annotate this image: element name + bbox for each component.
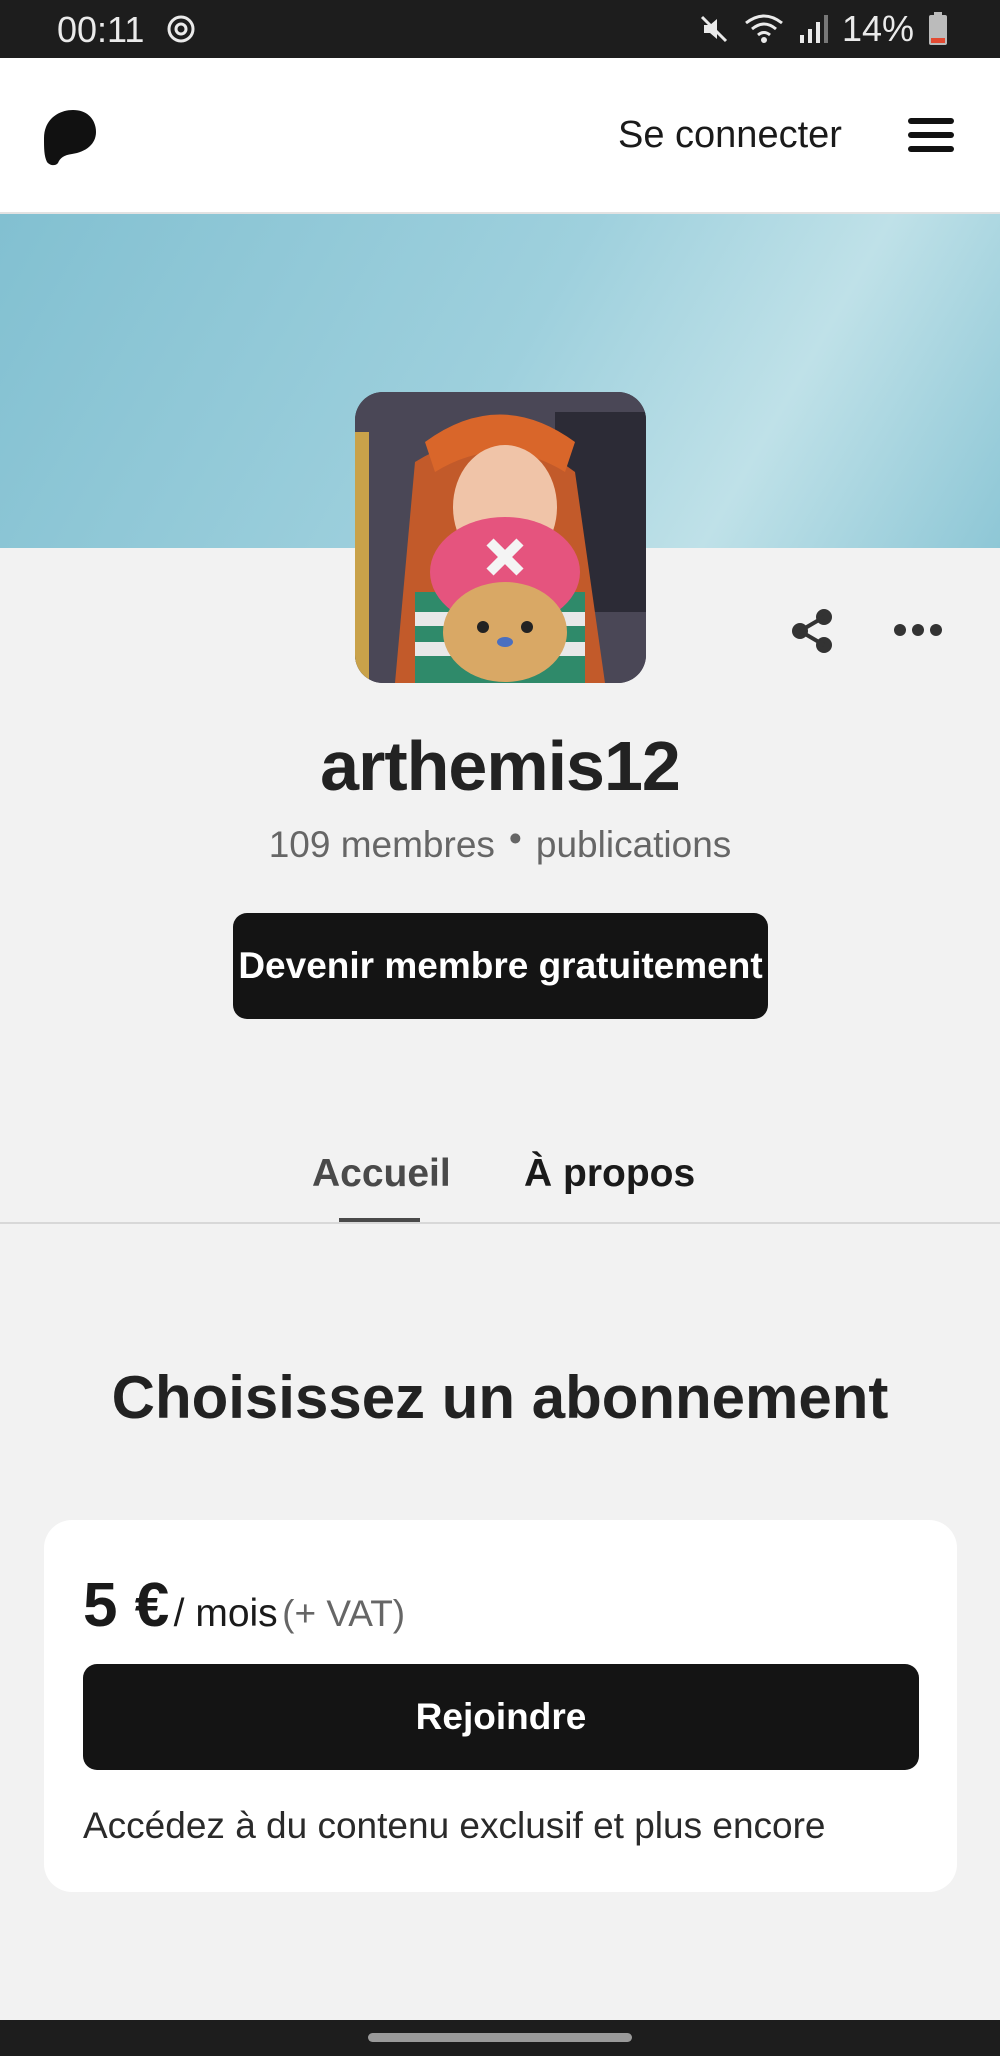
sync-icon [167,15,195,43]
battery-percent: 14% [841,8,914,49]
wifi-icon [745,14,783,43]
signal-icon [799,15,828,43]
more-options-icon[interactable] [893,622,943,638]
tier-price: 5 € / mois (+ VAT) [83,1570,405,1641]
price-vat: (+ VAT) [282,1593,406,1634]
tiers-title: Choisissez un abonnement [111,1364,889,1431]
status-time: 00:11 [57,9,145,50]
join-tier-button[interactable]: Rejoindre [83,1664,919,1770]
creator-stats: 109 membres • publications [0,818,1000,866]
profile-tabs: Accueil À propos [0,1130,1000,1224]
creator-name: arthemis12 [320,727,681,805]
creator-avatar[interactable] [355,392,646,683]
home-gesture-handle[interactable] [368,2033,632,2042]
patreon-logo-icon[interactable] [40,108,98,166]
system-nav-bar [0,2020,1000,2056]
status-bar: 00:11 14% [0,0,1000,58]
price-amount: 5 € [83,1571,170,1640]
member-count: 109 membres [268,824,495,865]
active-tab-indicator [339,1218,420,1222]
join-free-button[interactable]: Devenir membre gratuitement [233,913,768,1019]
tier-description: Accédez à du contenu exclusif et plus en… [83,1805,826,1846]
signin-link[interactable]: Se connecter [618,114,842,157]
share-icon[interactable] [788,607,836,655]
page: 00:11 14% Se connecter arthemis12 109 me… [0,0,1000,2056]
battery-icon [929,12,947,45]
post-count: publications [535,824,732,865]
stats-separator: • [508,818,522,859]
hamburger-menu-icon[interactable] [908,118,954,158]
mute-icon [700,15,727,43]
price-period: / mois [173,1592,278,1635]
tier-card: 5 € / mois (+ VAT) Rejoindre Accédez à d… [44,1520,957,1892]
tab-home[interactable]: Accueil [312,1152,451,1196]
status-icons: 14% [698,8,948,49]
tab-about[interactable]: À propos [524,1152,695,1196]
top-header: Se connecter [0,58,1000,214]
